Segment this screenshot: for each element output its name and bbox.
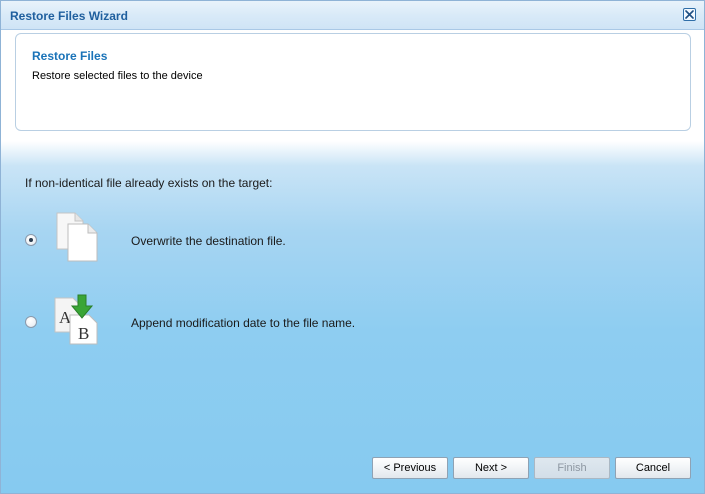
overwrite-radio[interactable] <box>25 234 37 246</box>
radio-selected-dot <box>29 238 33 242</box>
svg-text:B: B <box>78 324 89 343</box>
append-date-icon: A B <box>54 294 98 345</box>
overwrite-files-icon <box>56 212 98 262</box>
title-bar: Restore Files Wizard <box>1 1 704 30</box>
wizard-window: Restore Files Wizard Restore Files Resto… <box>0 0 705 494</box>
close-button[interactable] <box>683 8 696 21</box>
append-option-label[interactable]: Append modification date to the file nam… <box>131 316 355 330</box>
close-icon <box>685 10 694 19</box>
header-subtitle: Restore selected files to the device <box>32 70 203 82</box>
finish-button[interactable]: Finish <box>534 457 610 479</box>
previous-button[interactable]: < Previous <box>372 457 448 479</box>
next-button[interactable]: Next > <box>453 457 529 479</box>
header-panel: Restore Files Restore selected files to … <box>15 33 691 131</box>
conflict-question: If non-identical file already exists on … <box>25 176 273 190</box>
window-title: Restore Files Wizard <box>10 9 128 23</box>
append-date-radio[interactable] <box>25 316 37 328</box>
overwrite-option-label[interactable]: Overwrite the destination file. <box>131 234 286 248</box>
header-title: Restore Files <box>32 49 108 63</box>
cancel-button[interactable]: Cancel <box>615 457 691 479</box>
